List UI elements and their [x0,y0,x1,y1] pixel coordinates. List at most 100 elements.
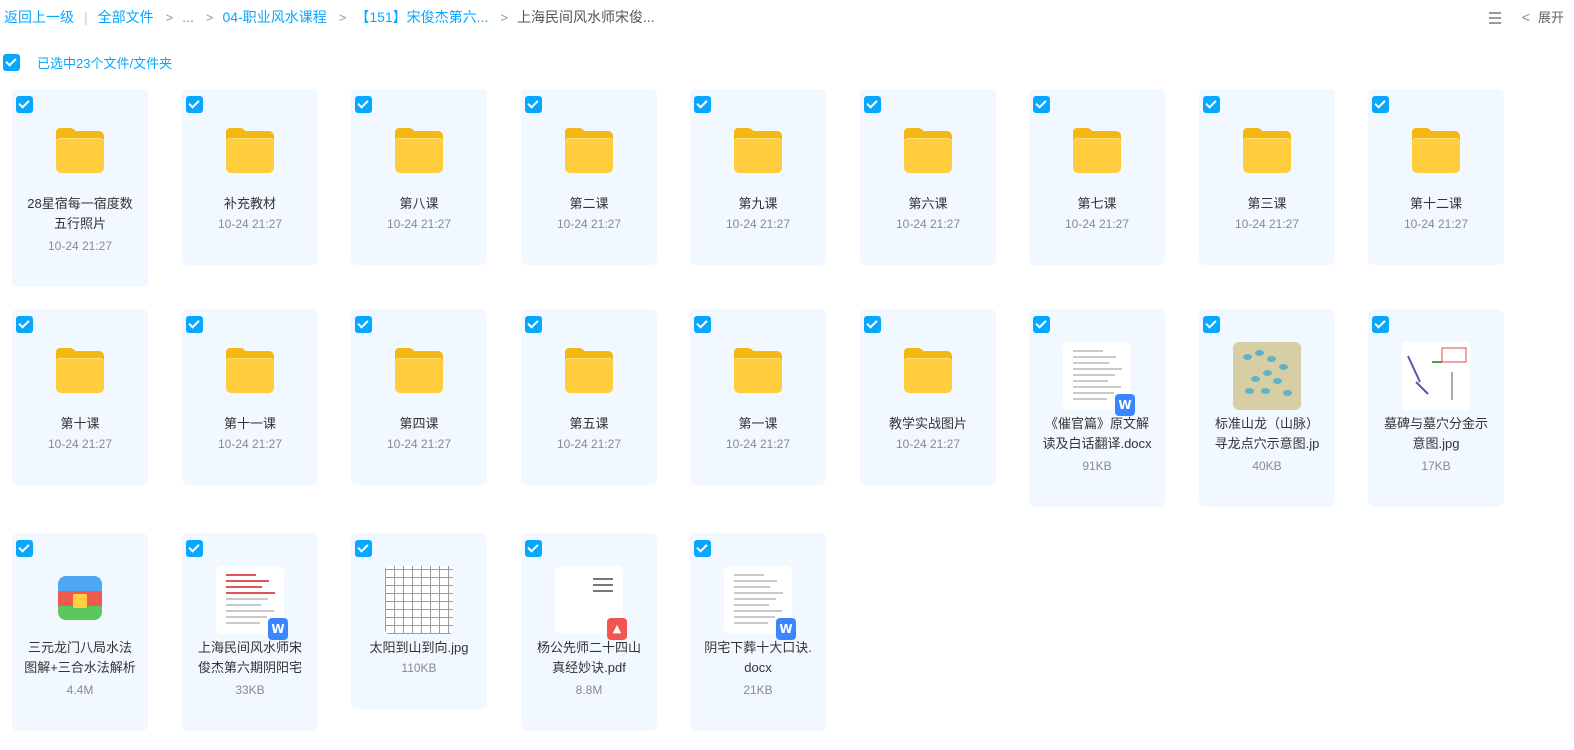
image-thumbnail [1233,342,1301,410]
folder-icon [904,128,952,173]
breadcrumb-ellipsis[interactable]: ... [182,9,194,25]
file-name: 第十一课 [223,416,276,431]
file-card[interactable]: W 阴宅下葬十大口诀. docx 21KB [690,533,826,731]
file-name: 三元龙门八局水法 图解+三合水法解析 [24,640,136,675]
file-card[interactable]: 第十课 10-24 21:27 [12,309,148,485]
file-card[interactable]: 三元龙门八局水法 图解+三合水法解析 4.4M [12,533,148,731]
file-checkbox[interactable] [186,96,203,113]
file-card[interactable]: 墓碑与墓穴分金示 意图.jpg 17KB [1368,309,1504,507]
chevron-right-icon: > [165,9,174,25]
file-checkbox[interactable] [864,316,881,333]
file-meta: 17KB [1421,459,1451,473]
expand-button[interactable]: < 展开 [1522,7,1564,26]
file-meta: 10-24 21:27 [725,217,791,231]
file-checkbox[interactable] [355,96,372,113]
file-card[interactable]: 第一课 10-24 21:27 [690,309,826,485]
file-thumbnail: ▲ [555,566,627,640]
file-meta: 10-24 21:27 [1234,217,1300,231]
file-thumbnail [1402,342,1470,410]
folder-icon [565,348,613,393]
archive-icon [58,576,102,620]
file-thumbnail: W [1063,342,1135,416]
file-checkbox[interactable] [694,540,711,557]
file-checkbox[interactable] [525,540,542,557]
folder-icon [1412,128,1460,173]
folder-icon [1073,128,1121,173]
file-checkbox[interactable] [1033,96,1050,113]
file-checkbox[interactable] [694,316,711,333]
file-card[interactable]: 第八课 10-24 21:27 [351,89,487,265]
file-meta: 10-24 21:27 [1403,217,1469,231]
file-card[interactable]: 第五课 10-24 21:27 [521,309,657,485]
select-all-checkbox[interactable] [3,54,20,71]
file-name: 第四课 [399,416,439,431]
breadcrumb-course-folder[interactable]: 04-职业风水课程 [223,7,327,27]
file-checkbox[interactable] [525,96,542,113]
file-name: 第六课 [908,196,948,211]
file-card[interactable]: 第十一课 10-24 21:27 [182,309,318,485]
file-meta: 10-24 21:27 [386,437,452,451]
file-name: 阴宅下葬十大口诀. docx [704,640,812,675]
folder-icon [904,348,952,393]
file-checkbox[interactable] [1203,316,1220,333]
file-checkbox[interactable] [1372,316,1389,333]
file-name: 太阳到山到向.jpg [369,640,469,655]
file-meta: 10-24 21:27 [725,437,791,451]
file-checkbox[interactable] [1372,96,1389,113]
file-checkbox[interactable] [694,96,711,113]
file-thumbnail [894,342,962,410]
file-meta: 8.8M [575,683,603,697]
file-checkbox[interactable] [1203,96,1220,113]
file-name: 标准山龙（山脉） 寻龙点穴示意图.jp [1214,416,1320,451]
file-meta: 40KB [1252,459,1282,473]
file-checkbox[interactable] [186,316,203,333]
file-checkbox[interactable] [1033,316,1050,333]
file-card[interactable]: 教学实战图片 10-24 21:27 [860,309,996,485]
file-card[interactable]: 第六课 10-24 21:27 [860,89,996,265]
file-checkbox[interactable] [355,316,372,333]
folder-icon [395,348,443,393]
file-card[interactable]: W 上海民间风水师宋 俊杰第六期阴阳宅 33KB [182,533,318,731]
file-card[interactable]: 28星宿每一宿度数 五行照片 10-24 21:27 [12,89,148,287]
file-name: 上海民间风水师宋 俊杰第六期阴阳宅 [197,640,302,675]
file-checkbox[interactable] [16,540,33,557]
file-card[interactable]: 第九课 10-24 21:27 [690,89,826,265]
file-card[interactable]: 第七课 10-24 21:27 [1029,89,1165,265]
file-thumbnail [894,122,962,190]
file-card[interactable]: 标准山龙（山脉） 寻龙点穴示意图.jp 40KB [1199,309,1335,507]
image-thumbnail [1402,342,1470,410]
image-thumbnail [385,566,453,634]
file-checkbox[interactable] [864,96,881,113]
file-name: 补充教材 [223,196,276,211]
file-name: 第八课 [399,196,439,211]
file-meta: 10-24 21:27 [217,437,283,451]
file-thumbnail [385,342,453,410]
breadcrumb-session-folder[interactable]: 【151】宋俊杰第六... [355,7,488,27]
file-checkbox[interactable] [525,316,542,333]
file-card[interactable]: 第四课 10-24 21:27 [351,309,487,485]
folder-icon [734,348,782,393]
file-checkbox[interactable] [16,96,33,113]
file-card[interactable]: 第三课 10-24 21:27 [1199,89,1335,265]
file-card[interactable]: 太阳到山到向.jpg 110KB [351,533,487,709]
file-card[interactable]: W 《催官篇》原文解 读及白话翻译.docx 91KB [1029,309,1165,507]
file-card[interactable]: 第二课 10-24 21:27 [521,89,657,265]
chevron-left-icon: < [1521,8,1530,25]
file-checkbox[interactable] [186,540,203,557]
breadcrumb-all-files[interactable]: 全部文件 [98,7,154,27]
file-card[interactable]: 第十二课 10-24 21:27 [1368,89,1504,265]
file-thumbnail [46,566,114,634]
file-name: 第三课 [1247,196,1287,211]
file-card[interactable]: ▲ 杨公先师二十四山 真经妙诀.pdf 8.8M [521,533,657,731]
list-view-icon[interactable] [1488,10,1502,24]
file-name: 第五课 [569,416,609,431]
file-thumbnail: W [724,566,796,640]
breadcrumb: 返回上一级 | 全部文件 > ... > 04-职业风水课程 > 【151】宋俊… [4,7,655,27]
back-link[interactable]: 返回上一级 [4,7,74,27]
file-checkbox[interactable] [355,540,372,557]
expand-label: 展开 [1537,10,1564,25]
breadcrumb-divider: | [84,9,88,25]
file-card[interactable]: 补充教材 10-24 21:27 [182,89,318,265]
file-meta: 21KB [743,683,773,697]
file-checkbox[interactable] [16,316,33,333]
